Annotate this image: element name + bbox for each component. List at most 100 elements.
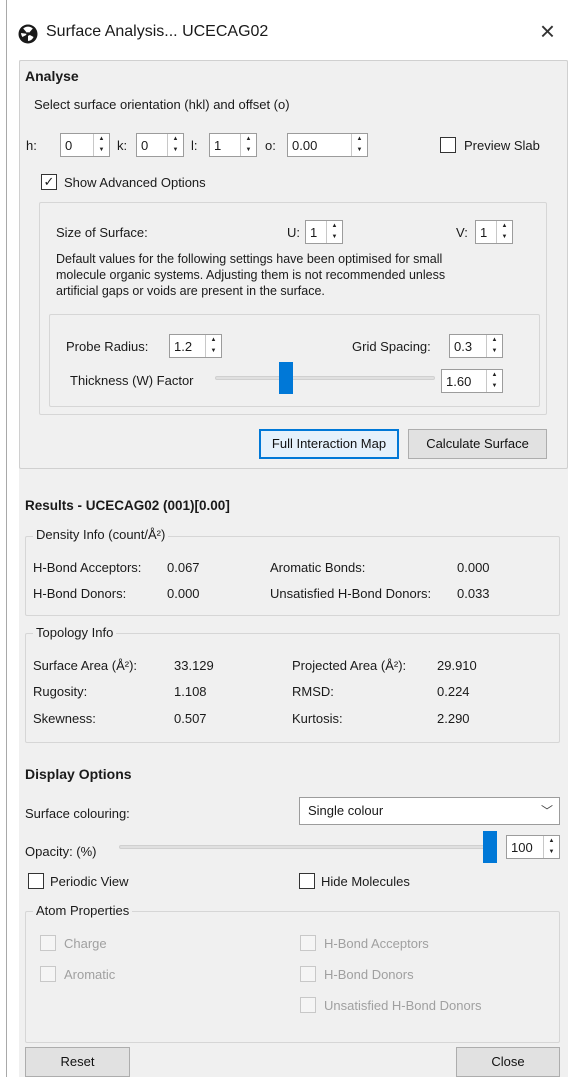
rmsd-label: RMSD: xyxy=(292,684,334,699)
calculate-surface-button[interactable]: Calculate Surface xyxy=(408,429,547,459)
surface-colouring-select[interactable]: Single colour ﹀ xyxy=(299,797,560,825)
grid-spacing-value: 0.3 xyxy=(454,338,473,354)
grid-spacing-label: Grid Spacing: xyxy=(352,339,431,354)
k-spin-arrows[interactable]: ▲ ▼ xyxy=(167,134,183,156)
thickness-spinbox[interactable]: 1.60 ▲ ▼ xyxy=(441,369,503,393)
periodic-view-label[interactable]: Periodic View xyxy=(50,874,129,889)
probe-radius-value: 1.2 xyxy=(174,338,193,354)
atom-hbond-acceptors-checkbox[interactable] xyxy=(300,935,316,951)
k-value: 0 xyxy=(141,137,149,153)
opacity-label: Opacity: (%) xyxy=(25,844,97,859)
opacity-spin-arrows[interactable]: ▲ ▼ xyxy=(543,836,559,858)
k-spinbox[interactable]: 0 ▲ ▼ xyxy=(136,133,184,157)
results-heading: Results - UCECAG02 (001)[0.00] xyxy=(25,498,230,513)
projected-area-value: 29.910 xyxy=(437,658,477,673)
aromatic-checkbox[interactable] xyxy=(40,966,56,982)
close-window-icon[interactable]: × xyxy=(540,16,555,46)
h-spinbox[interactable]: 0 ▲ ▼ xyxy=(60,133,110,157)
rugosity-value: 1.108 xyxy=(174,684,207,699)
hbond-donors-label: H-Bond Donors: xyxy=(33,586,127,601)
periodic-view-checkbox[interactable] xyxy=(28,873,44,889)
hbond-acceptors-label: H-Bond Acceptors: xyxy=(33,560,142,575)
unsat-hbond-donors-label: Unsatisfied H-Bond Donors: xyxy=(270,586,432,601)
default-values-note: Default values for the following setting… xyxy=(56,251,536,299)
k-label: k: xyxy=(117,138,128,153)
v-spinbox[interactable]: 1 ▲ ▼ xyxy=(475,220,513,244)
opacity-slider-handle[interactable] xyxy=(483,831,497,863)
unsat-hbond-donors-value: 0.033 xyxy=(457,586,490,601)
show-advanced-label[interactable]: Show Advanced Options xyxy=(64,175,206,190)
analyse-heading: Analyse xyxy=(25,68,79,84)
hide-molecules-label[interactable]: Hide Molecules xyxy=(321,874,410,889)
surface-area-value: 33.129 xyxy=(174,658,214,673)
charge-label: Charge xyxy=(64,936,107,951)
dialog-client-area: Analyse Select surface orientation (hkl)… xyxy=(19,60,568,1077)
u-spinbox[interactable]: 1 ▲ ▼ xyxy=(305,220,343,244)
hbond-acceptors-value: 0.067 xyxy=(167,560,200,575)
rugosity-label: Rugosity: xyxy=(33,684,88,699)
surface-colouring-value: Single colour xyxy=(308,803,384,818)
note-line-3: artificial gaps or voids are present in … xyxy=(56,284,325,298)
v-spin-arrows[interactable]: ▲ ▼ xyxy=(496,221,512,243)
charge-checkbox[interactable] xyxy=(40,935,56,951)
h-value: 0 xyxy=(65,137,73,153)
probe-radius-label: Probe Radius: xyxy=(66,339,149,354)
o-spin-arrows[interactable]: ▲ ▼ xyxy=(351,134,367,156)
thickness-spin-arrows[interactable]: ▲ ▼ xyxy=(486,370,502,392)
thickness-value: 1.60 xyxy=(446,373,472,389)
v-label: V: xyxy=(456,225,468,240)
surface-colouring-label: Surface colouring: xyxy=(25,806,130,821)
surface-area-label: Surface Area (Å²): xyxy=(33,658,138,673)
l-value: 1 xyxy=(214,137,222,153)
density-info-title: Density Info (count/Å²) xyxy=(33,527,169,543)
note-line-1: Default values for the following setting… xyxy=(56,252,443,266)
atom-hbond-donors-label: H-Bond Donors xyxy=(324,967,414,982)
o-spinbox[interactable]: 0.00 ▲ ▼ xyxy=(287,133,368,157)
thickness-slider-handle[interactable] xyxy=(278,362,293,394)
window-left-border xyxy=(6,0,7,1077)
aromatic-bonds-value: 0.000 xyxy=(457,560,490,575)
radiation-icon xyxy=(18,24,38,44)
o-value: 0.00 xyxy=(292,137,318,153)
kurtosis-label: Kurtosis: xyxy=(292,711,343,726)
o-label: o: xyxy=(265,138,276,153)
rmsd-value: 0.224 xyxy=(437,684,470,699)
h-spin-arrows[interactable]: ▲ ▼ xyxy=(93,134,109,156)
skewness-label: Skewness: xyxy=(33,711,96,726)
atom-properties-title: Atom Properties xyxy=(33,903,133,919)
opacity-spinbox[interactable]: 100 ▲ ▼ xyxy=(506,835,560,859)
u-spin-arrows[interactable]: ▲ ▼ xyxy=(326,221,342,243)
kurtosis-value: 2.290 xyxy=(437,711,470,726)
atom-hbond-donors-checkbox[interactable] xyxy=(300,966,316,982)
atom-unsat-hbond-donors-checkbox[interactable] xyxy=(300,997,316,1013)
probe-radius-spin-arrows[interactable]: ▲ ▼ xyxy=(205,335,221,357)
l-spin-arrows[interactable]: ▲ ▼ xyxy=(240,134,256,156)
show-advanced-checkbox[interactable]: ✓ xyxy=(41,174,57,190)
l-spinbox[interactable]: 1 ▲ ▼ xyxy=(209,133,257,157)
u-label: U: xyxy=(287,225,300,240)
thickness-slider-track[interactable] xyxy=(215,376,435,380)
atom-hbond-acceptors-label: H-Bond Acceptors xyxy=(324,936,429,951)
hbond-donors-value: 0.000 xyxy=(167,586,200,601)
preview-slab-checkbox[interactable] xyxy=(440,137,456,153)
preview-slab-label[interactable]: Preview Slab xyxy=(464,138,540,153)
u-value: 1 xyxy=(310,224,318,240)
probe-radius-spinbox[interactable]: 1.2 ▲ ▼ xyxy=(169,334,222,358)
projected-area-label: Projected Area (Å²): xyxy=(292,658,407,673)
full-interaction-map-button[interactable]: Full Interaction Map xyxy=(259,429,399,459)
size-of-surface-label: Size of Surface: xyxy=(56,225,148,240)
grid-spacing-spin-arrows[interactable]: ▲ ▼ xyxy=(486,335,502,357)
probe-settings-box xyxy=(49,314,540,407)
grid-spacing-spinbox[interactable]: 0.3 ▲ ▼ xyxy=(449,334,503,358)
note-line-2: molecule organic systems. Adjusting them… xyxy=(56,268,446,282)
aromatic-bonds-label: Aromatic Bonds: xyxy=(270,560,366,575)
reset-button[interactable]: Reset xyxy=(25,1047,130,1077)
skewness-value: 0.507 xyxy=(174,711,207,726)
close-button[interactable]: Close xyxy=(456,1047,560,1077)
topology-info-title: Topology Info xyxy=(33,625,117,641)
v-value: 1 xyxy=(480,224,488,240)
opacity-slider-track[interactable] xyxy=(119,845,497,849)
atom-unsat-hbond-donors-label: Unsatisfied H-Bond Donors xyxy=(324,998,482,1013)
aromatic-label: Aromatic xyxy=(64,967,116,982)
hide-molecules-checkbox[interactable] xyxy=(299,873,315,889)
